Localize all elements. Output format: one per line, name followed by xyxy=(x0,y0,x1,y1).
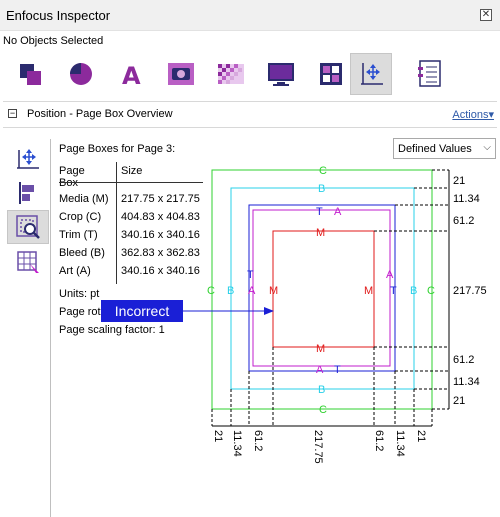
right-value-crop-bottom: 21 xyxy=(453,395,465,407)
letter-media-right: M xyxy=(364,285,373,297)
right-value-trim-bottom: 61.2 xyxy=(453,354,474,366)
right-value-crop-top: 21 xyxy=(453,175,465,187)
letter-crop-top: C xyxy=(319,165,327,177)
letter-crop-bottom: C xyxy=(319,404,327,416)
bottom-value-media: 217.75 xyxy=(312,430,324,464)
letter-art-right: A xyxy=(386,269,394,281)
bottom-value-crop-left: 21 xyxy=(212,430,224,442)
letter-media-top: M xyxy=(316,227,325,239)
letter-trim-bottom: T xyxy=(334,364,341,376)
right-value-bleed-top: 11.34 xyxy=(453,193,480,205)
letter-art-top: A xyxy=(334,206,342,218)
letter-bleed-bottom: B xyxy=(318,384,325,396)
letter-crop-left: C xyxy=(207,285,215,297)
letter-media-bottom: M xyxy=(316,343,325,355)
bottom-dimension-labels: 21 11.34 61.2 217.75 61.2 11.34 21 xyxy=(212,430,427,464)
right-value-media: 217.75 xyxy=(453,285,487,297)
bottom-value-trim-right: 61.2 xyxy=(373,430,385,451)
bottom-value-bleed-left: 11.34 xyxy=(231,430,243,457)
letter-bleed-right: B xyxy=(410,285,417,297)
right-value-trim-top: 61.2 xyxy=(453,215,474,227)
letter-trim-right: T xyxy=(390,285,397,297)
bottom-value-trim-left: 61.2 xyxy=(252,430,264,451)
letter-trim-left: T xyxy=(247,269,254,281)
letter-crop-right: C xyxy=(427,285,435,297)
callout-arrow xyxy=(183,307,274,315)
letter-trim-top: T xyxy=(316,206,323,218)
letter-bleed-left: B xyxy=(227,285,234,297)
letter-art-left: A xyxy=(248,285,256,297)
bottom-value-bleed-right: 11.34 xyxy=(394,430,406,457)
right-dimension-labels: 21 11.34 61.2 217.75 61.2 11.34 21 xyxy=(453,175,487,407)
right-value-bleed-bottom: 11.34 xyxy=(453,376,480,388)
incorrect-callout: Incorrect xyxy=(101,300,183,322)
box-letters: C C C C B B B B T T T T A A A A M M M M xyxy=(207,165,435,416)
page-box-diagram: C C C C B B B B T T T T A A A A M M M M … xyxy=(183,165,487,464)
letter-art-bottom: A xyxy=(316,364,324,376)
letter-bleed-top: B xyxy=(318,183,325,195)
bleed-box xyxy=(230,187,415,390)
media-box xyxy=(272,230,375,348)
bottom-value-crop-right: 21 xyxy=(415,430,427,442)
letter-media-left: M xyxy=(269,285,278,297)
